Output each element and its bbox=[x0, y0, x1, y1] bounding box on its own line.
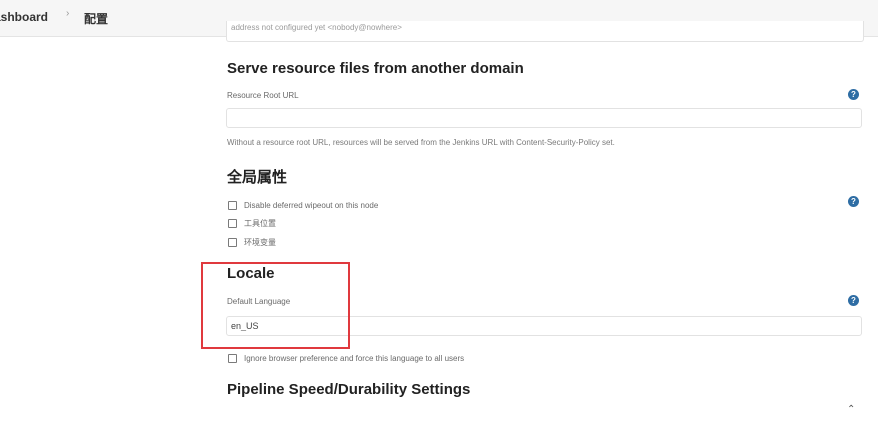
section-title-locale: Locale bbox=[227, 265, 275, 282]
section-title-pipeline: Pipeline Speed/Durability Settings bbox=[227, 381, 471, 398]
checkbox-label: 环境变量 bbox=[244, 238, 276, 248]
section-title-resource-root: Serve resource files from another domain bbox=[227, 60, 524, 77]
global-property-row[interactable]: 工具位置 bbox=[228, 215, 276, 229]
checkbox[interactable] bbox=[228, 238, 237, 248]
resource-root-url-label: Resource Root URL bbox=[227, 91, 299, 100]
checkbox[interactable] bbox=[228, 219, 237, 229]
admin-email-value: address not configured yet <nobody@nowhe… bbox=[231, 23, 402, 32]
breadcrumb-config-link[interactable]: 配置 bbox=[84, 10, 108, 27]
checkbox-label: 工具位置 bbox=[244, 219, 276, 229]
ignore-browser-preference-row[interactable]: Ignore browser preference and force this… bbox=[228, 350, 465, 364]
resource-root-url-input[interactable] bbox=[226, 108, 862, 128]
help-icon[interactable]: ? bbox=[848, 196, 859, 207]
help-icon[interactable]: ? bbox=[848, 295, 859, 306]
section-title-global-properties: 全局属性 bbox=[227, 169, 288, 186]
checkbox[interactable] bbox=[228, 354, 237, 364]
breadcrumb-dashboard-link[interactable]: ashboard bbox=[0, 10, 48, 24]
jenkins-config-page: ashboard › 配置 address not configured yet… bbox=[0, 0, 878, 422]
chevron-up-icon[interactable]: ⌃ bbox=[847, 404, 855, 415]
breadcrumb-separator: › bbox=[66, 8, 70, 19]
admin-email-field[interactable]: address not configured yet <nobody@nowhe… bbox=[226, 21, 864, 42]
side-panel bbox=[0, 37, 206, 422]
global-property-row[interactable]: Disable deferred wipeout on this node bbox=[228, 197, 379, 211]
default-language-input[interactable] bbox=[226, 316, 862, 336]
default-language-label: Default Language bbox=[227, 297, 291, 306]
help-icon[interactable]: ? bbox=[848, 89, 859, 100]
resource-root-url-hint: Without a resource root URL, resources w… bbox=[227, 138, 615, 147]
checkbox-label: Ignore browser preference and force this… bbox=[244, 354, 465, 364]
checkbox-label: Disable deferred wipeout on this node bbox=[244, 201, 379, 211]
global-property-row[interactable]: 环境变量 bbox=[228, 234, 276, 248]
checkbox[interactable] bbox=[228, 201, 237, 211]
